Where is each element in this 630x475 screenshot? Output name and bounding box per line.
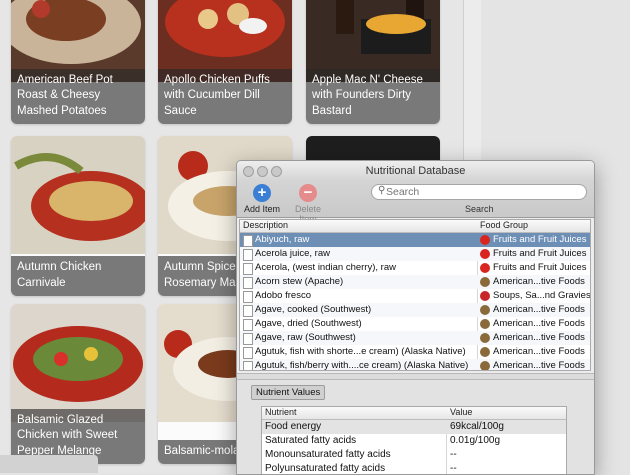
nutrient-panel: Nutrient Values Nutrient Value Food ener…: [237, 380, 594, 474]
apple-icon: [480, 235, 490, 245]
document-icon: [243, 305, 253, 317]
recipe-photo: [11, 136, 145, 254]
recipe-card[interactable]: Apollo Chicken Puffs with Cucumber Dill …: [158, 0, 292, 124]
document-icon: [243, 361, 253, 370]
value-column-header[interactable]: Value: [450, 407, 472, 417]
document-icon: [243, 347, 253, 359]
nutrient-table-header: Nutrient Value: [262, 407, 566, 420]
food-row[interactable]: Adobo fresco Soups, Sa...nd Gravies: [240, 289, 590, 303]
recipe-photo: [11, 304, 145, 422]
recipe-card[interactable]: Apple Mac N' Cheese with Founders Dirty …: [306, 0, 440, 124]
food-group: American...tive Foods: [493, 332, 585, 343]
bottom-bar: [0, 455, 98, 473]
food-row[interactable]: Acorn stew (Apache) American...tive Foods: [240, 275, 590, 289]
food-group: Soups, Sa...nd Gravies: [493, 290, 591, 301]
document-icon: [243, 235, 253, 247]
nutrient-row[interactable]: Food energy 69kcal/100g: [262, 420, 566, 434]
nutritional-database-window: Nutritional Database + Add Item − Delete…: [236, 160, 595, 475]
nutrient-name: Food energy: [265, 421, 322, 432]
food-group: American...tive Foods: [493, 318, 585, 329]
food-row[interactable]: Acerola, (west indian cherry), raw Fruits…: [240, 261, 590, 275]
search-icon: ⚲: [378, 185, 386, 196]
food-row[interactable]: Agave, cooked (Southwest) American...tive…: [240, 303, 590, 317]
document-icon: [243, 249, 253, 261]
description-column-header[interactable]: Description: [243, 220, 288, 230]
food-description: Agutuk, fish/berry with....ce cream) (Al…: [255, 360, 469, 371]
document-icon: [243, 333, 253, 345]
food-group: American...tive Foods: [493, 346, 585, 357]
bowl-icon: [480, 333, 490, 343]
plus-icon: +: [253, 184, 271, 202]
food-group: Fruits and Fruit Juices: [493, 248, 587, 259]
food-group: American...tive Foods: [493, 360, 585, 371]
food-row[interactable]: Acerola juice, raw Fruits and Fruit Juice…: [240, 247, 590, 261]
food-description: Acerola, (west indian cherry), raw: [255, 262, 396, 273]
nutrient-name: Saturated fatty acids: [265, 435, 357, 446]
minus-icon: −: [299, 184, 317, 202]
nutrient-name: Monounsaturated fatty acids: [265, 449, 391, 460]
split-view-divider[interactable]: [237, 373, 594, 380]
search-label: Search: [465, 204, 494, 214]
window-titlebar[interactable]: Nutritional Database: [237, 161, 594, 181]
food-group: American...tive Foods: [493, 304, 585, 315]
food-description: Acorn stew (Apache): [255, 276, 344, 287]
document-icon: [243, 277, 253, 289]
bowl-icon: [480, 305, 490, 315]
nutrient-value: --: [450, 463, 457, 474]
tab-nutrient-values[interactable]: Nutrient Values: [251, 385, 326, 400]
window-title: Nutritional Database: [365, 165, 466, 177]
food-table-header: Description Food Group: [240, 220, 590, 233]
bowl-icon: [480, 277, 490, 287]
recipe-title: American Beef Pot Roast & Cheesy Mashed …: [11, 68, 145, 124]
nutrient-row[interactable]: Saturated fatty acids 0.01g/100g: [262, 434, 566, 448]
document-icon: [243, 291, 253, 303]
nutrient-table[interactable]: Nutrient Value Food energy 69kcal/100g Sat…: [261, 406, 567, 474]
food-row[interactable]: Agave, dried (Southwest) American...tive …: [240, 317, 590, 331]
nutrient-value: --: [450, 449, 457, 460]
nutrient-row[interactable]: Polyunsaturated fatty acids --: [262, 462, 566, 474]
food-description: Agave, cooked (Southwest): [255, 304, 372, 315]
food-group: Fruits and Fruit Juices: [493, 262, 587, 273]
food-description: Adobo fresco: [255, 290, 311, 301]
food-description: Agave, dried (Southwest): [255, 318, 362, 329]
search-input[interactable]: [386, 185, 576, 198]
food-row[interactable]: Agutuk, fish/berry with....ce cream) (Al…: [240, 359, 590, 371]
bowl-icon: [480, 361, 490, 370]
food-row[interactable]: Abiyuch, raw Fruits and Fruit Juices: [240, 233, 590, 247]
nutrient-value: 0.01g/100g: [450, 435, 501, 446]
food-description: Acerola juice, raw: [255, 248, 330, 259]
food-table[interactable]: Description Food Group Abiyuch, raw Fruit…: [239, 219, 591, 371]
add-item-label: Add Item: [243, 204, 281, 214]
food-description: Agutuk, fish with shorte...e cream) (Ala…: [255, 346, 466, 357]
food-group-column-header[interactable]: Food Group: [480, 220, 528, 230]
nutrient-row[interactable]: Monounsaturated fatty acids --: [262, 448, 566, 462]
delete-item-button[interactable]: − Delete Item: [285, 184, 331, 224]
food-group: Fruits and Fruit Juices: [493, 234, 587, 245]
food-description: Abiyuch, raw: [255, 234, 310, 245]
bowl-icon: [480, 319, 490, 329]
food-row[interactable]: Agave, raw (Southwest) American...tive Fo…: [240, 331, 590, 345]
apple-icon: [480, 263, 490, 273]
add-item-button[interactable]: + Add Item: [239, 184, 285, 214]
document-icon: [243, 319, 253, 331]
soup-can-icon: [480, 291, 490, 301]
recipe-card[interactable]: Balsamic Glazed Chicken with Sweet Peppe…: [11, 304, 145, 464]
bowl-icon: [480, 347, 490, 357]
recipe-card[interactable]: Autumn Chicken Carnivale: [11, 136, 145, 296]
search-field[interactable]: ⚲: [371, 184, 587, 200]
food-group: American...tive Foods: [493, 276, 585, 287]
nutrient-name: Polyunsaturated fatty acids: [265, 463, 386, 474]
recipe-title: Autumn Chicken Carnivale: [11, 256, 145, 296]
nutrient-column-header[interactable]: Nutrient: [265, 407, 297, 417]
toolbar: + Add Item − Delete Item ⚲ Search: [237, 181, 594, 224]
food-description: Agave, raw (Southwest): [255, 332, 356, 343]
nutrient-value: 69kcal/100g: [450, 421, 504, 432]
recipe-title: Apollo Chicken Puffs with Cucumber Dill …: [158, 68, 292, 124]
apple-icon: [480, 249, 490, 259]
recipe-title: Apple Mac N' Cheese with Founders Dirty …: [306, 68, 440, 124]
food-row[interactable]: Agutuk, fish with shorte...e cream) (Ala…: [240, 345, 590, 359]
document-icon: [243, 263, 253, 275]
recipe-card[interactable]: American Beef Pot Roast & Cheesy Mashed …: [11, 0, 145, 124]
